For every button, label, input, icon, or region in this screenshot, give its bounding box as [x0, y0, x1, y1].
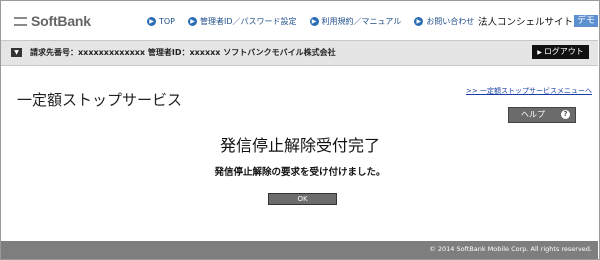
corp-site-label: 法人コンシェルサイト [478, 17, 574, 28]
account-info-bar: ▼ 請求先番号：xxxxxxxxxxxxx 管理者ID：xxxxxx ソフトバン… [1, 40, 598, 66]
completion-heading: 発信停止解除受付完了 [219, 136, 380, 155]
help-label: ヘルプ [521, 110, 545, 119]
copyright-text: © 2014 SoftBank Mobile Corp. All rights … [429, 245, 592, 253]
logout-label: ログアウト [543, 47, 584, 56]
help-button[interactable]: ヘルプ ? [508, 107, 576, 123]
page-title: 一定額ストップサービス [17, 91, 183, 109]
softbank-logo[interactable]: SoftBank [14, 12, 91, 30]
account-info-text: 請求先番号：xxxxxxxxxxxxx 管理者ID：xxxxxx ソフトバンクモ… [30, 48, 336, 57]
ok-button[interactable]: OK [268, 193, 337, 205]
softbank-logo-icon [14, 16, 27, 26]
service-menu-link[interactable]: >> 一定額ストップサービスメニューへ [466, 86, 592, 96]
arrow-circle-icon: ▶ [414, 17, 424, 26]
question-icon: ? [561, 110, 570, 119]
completion-message: 発信停止解除の要求を受け付けました。 [214, 167, 386, 178]
nav-link-label: 管理者ID／パスワード設定 [200, 17, 297, 26]
corp-site-title: 法人コンシェルサイト デモ [478, 14, 599, 28]
arrow-circle-icon: ▶ [309, 17, 319, 26]
nav-link-label: 利用規約／マニュアル [321, 17, 402, 26]
footer: © 2014 SoftBank Mobile Corp. All rights … [1, 241, 598, 259]
arrow-circle-icon: ▶ [147, 17, 156, 26]
play-arrow-icon: ▶ [537, 49, 542, 56]
nav-link-admin-password[interactable]: ▶ 管理者ID／パスワード設定 [188, 16, 297, 27]
nav-link-label: お問い合わせ [426, 17, 475, 26]
nav-link-label: TOP [159, 17, 176, 26]
top-nav: ▶ TOP ▶ 管理者ID／パスワード設定 ▶ 利用規約／マニュアル ▶ お問い… [147, 16, 487, 27]
dropdown-toggle-icon[interactable]: ▼ [11, 48, 22, 57]
nav-link-contact[interactable]: ▶ お問い合わせ [414, 16, 474, 27]
demo-badge: デモ [574, 15, 599, 27]
arrow-circle-icon: ▶ [188, 17, 198, 26]
brand-name: SoftBank [31, 13, 91, 29]
nav-link-terms-manual[interactable]: ▶ 利用規約／マニュアル [309, 16, 402, 27]
nav-link-top[interactable]: ▶ TOP [147, 17, 175, 26]
window-frame [0, 0, 600, 260]
logout-button[interactable]: ▶ ログアウト [532, 45, 589, 59]
